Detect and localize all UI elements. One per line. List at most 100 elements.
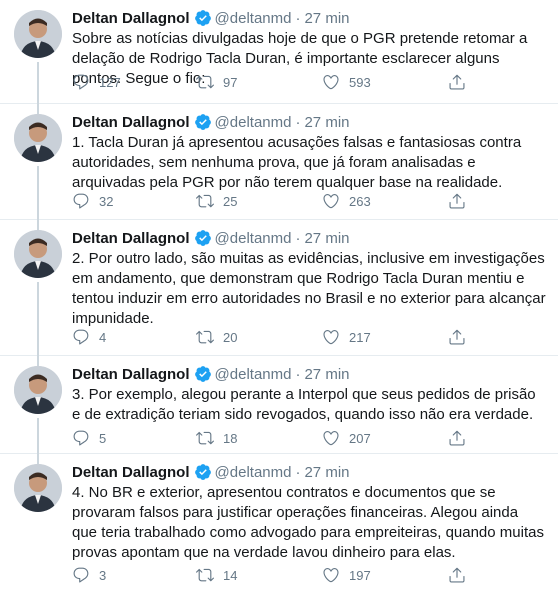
reply-count: 127 xyxy=(99,74,121,90)
share-icon xyxy=(449,74,465,90)
reply-icon xyxy=(73,430,89,446)
like-count: 593 xyxy=(349,74,371,90)
verified-badge-icon xyxy=(194,464,211,480)
like-count: 217 xyxy=(349,329,371,345)
share-button[interactable] xyxy=(448,73,475,91)
like-count: 207 xyxy=(349,430,371,446)
tweet[interactable]: Deltan Dallagnol @deltanmd · 27 min 4. N… xyxy=(0,454,558,600)
share-button[interactable] xyxy=(448,566,475,584)
retweet-icon xyxy=(196,330,214,344)
retweet-icon xyxy=(196,431,214,445)
author-name[interactable]: Deltan Dallagnol xyxy=(72,230,190,247)
heart-icon xyxy=(323,75,339,90)
like-button[interactable]: 207 xyxy=(322,429,371,447)
author-name[interactable]: Deltan Dallagnol xyxy=(72,114,190,131)
like-button[interactable]: 263 xyxy=(322,192,371,210)
timestamp[interactable]: 27 min xyxy=(304,366,349,383)
verified-badge-icon xyxy=(194,230,211,246)
retweet-button[interactable]: 25 xyxy=(196,192,237,210)
retweet-button[interactable]: 20 xyxy=(196,328,237,346)
thread-connector xyxy=(37,356,39,366)
reply-button[interactable]: 3 xyxy=(72,566,106,584)
retweet-button[interactable]: 14 xyxy=(196,566,237,584)
avatar[interactable] xyxy=(14,114,62,162)
share-button[interactable] xyxy=(448,328,475,346)
like-button[interactable]: 217 xyxy=(322,328,371,346)
retweet-icon xyxy=(196,75,214,89)
separator-dot: · xyxy=(295,463,301,481)
author-name[interactable]: Deltan Dallagnol xyxy=(72,10,190,27)
share-icon xyxy=(449,193,465,209)
timestamp[interactable]: 27 min xyxy=(304,464,349,481)
thread-connector xyxy=(37,62,39,104)
heart-icon xyxy=(323,568,339,583)
thread-connector xyxy=(37,282,39,356)
verified-badge-icon xyxy=(194,366,211,382)
tweet[interactable]: Deltan Dallagnol @deltanmd · 27 min 2. P… xyxy=(0,220,558,356)
reply-icon xyxy=(73,567,89,583)
reply-icon xyxy=(73,74,89,90)
share-icon xyxy=(449,567,465,583)
author-handle[interactable]: @deltanmd xyxy=(215,464,292,481)
author-handle[interactable]: @deltanmd xyxy=(215,230,292,247)
author-handle[interactable]: @deltanmd xyxy=(215,10,292,27)
reply-button[interactable]: 4 xyxy=(72,328,106,346)
tweet-text: 2. Por outro lado, são muitas as evidênc… xyxy=(72,250,546,327)
heart-icon xyxy=(323,330,339,345)
author-name[interactable]: Deltan Dallagnol xyxy=(72,464,190,481)
heart-icon xyxy=(323,194,339,209)
tweet[interactable]: Deltan Dallagnol @deltanmd · 27 min 3. P… xyxy=(0,356,558,454)
reply-icon xyxy=(73,193,89,209)
like-button[interactable]: 197 xyxy=(322,566,371,584)
thread-connector xyxy=(37,418,39,454)
retweet-icon xyxy=(196,194,214,208)
thread-connector xyxy=(37,220,39,230)
avatar[interactable] xyxy=(14,366,62,414)
author-name[interactable]: Deltan Dallagnol xyxy=(72,366,190,383)
retweet-count: 25 xyxy=(223,193,238,209)
tweet[interactable]: Deltan Dallagnol @deltanmd · 27 min 1. T… xyxy=(0,104,558,220)
verified-badge-icon xyxy=(194,114,211,130)
timestamp[interactable]: 27 min xyxy=(304,230,349,247)
reply-count: 5 xyxy=(99,430,107,446)
separator-dot: · xyxy=(295,229,301,247)
tweet-text: 3. Por exemplo, alegou perante a Interpo… xyxy=(72,386,536,423)
timestamp[interactable]: 27 min xyxy=(304,114,349,131)
avatar[interactable] xyxy=(14,10,62,58)
reply-button[interactable]: 32 xyxy=(72,192,113,210)
reply-count: 4 xyxy=(99,329,107,345)
reply-count: 3 xyxy=(99,567,107,583)
verified-badge-icon xyxy=(194,10,211,26)
share-button[interactable] xyxy=(448,429,475,447)
avatar[interactable] xyxy=(14,230,62,278)
thread-connector xyxy=(37,454,39,464)
reply-button[interactable]: 5 xyxy=(72,429,106,447)
separator-dot: · xyxy=(295,9,301,27)
tweet-text: 1. Tacla Duran já apresentou acusações f… xyxy=(72,134,522,191)
thread-connector xyxy=(37,166,39,220)
like-count: 263 xyxy=(349,193,371,209)
retweet-count: 14 xyxy=(223,567,238,583)
timestamp[interactable]: 27 min xyxy=(304,10,349,27)
author-handle[interactable]: @deltanmd xyxy=(215,366,292,383)
retweet-count: 97 xyxy=(223,74,238,90)
separator-dot: · xyxy=(295,365,301,383)
reply-count: 32 xyxy=(99,193,114,209)
like-button[interactable]: 593 xyxy=(322,73,371,91)
retweet-count: 20 xyxy=(223,329,238,345)
share-icon xyxy=(449,430,465,446)
reply-icon xyxy=(73,329,89,345)
retweet-button[interactable]: 97 xyxy=(196,73,237,91)
reply-button[interactable]: 127 xyxy=(72,73,121,91)
author-handle[interactable]: @deltanmd xyxy=(215,114,292,131)
retweet-count: 18 xyxy=(223,430,238,446)
avatar[interactable] xyxy=(14,464,62,512)
retweet-button[interactable]: 18 xyxy=(196,429,237,447)
share-button[interactable] xyxy=(448,192,475,210)
share-icon xyxy=(449,329,465,345)
heart-icon xyxy=(323,431,339,446)
tweet[interactable]: Deltan Dallagnol @deltanmd · 27 min Sobr… xyxy=(0,0,558,104)
separator-dot: · xyxy=(295,113,301,131)
like-count: 197 xyxy=(349,567,371,583)
tweet-text: 4. No BR e exterior, apresentou contrato… xyxy=(72,484,544,561)
